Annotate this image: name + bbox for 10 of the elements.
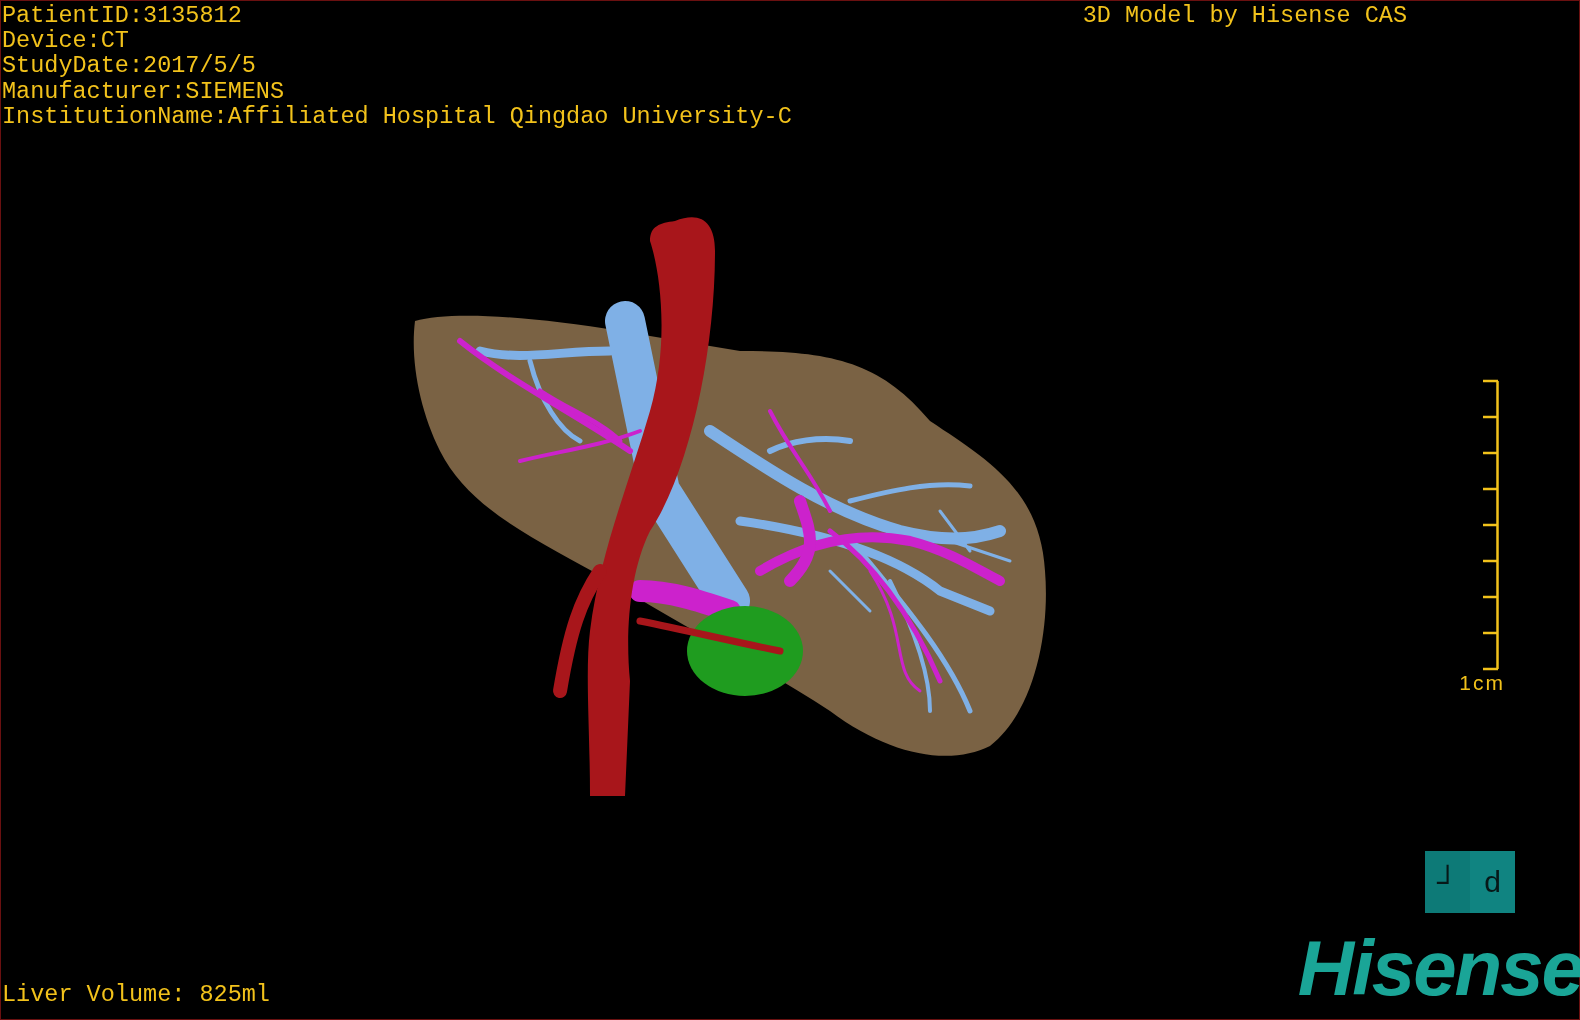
patient-info-text: Device:CT bbox=[2, 28, 129, 54]
viewer-title: 3D Model by Hisense CAS bbox=[1082, 3, 1407, 31]
patient-info-text: InstitutionName:Affiliated Hospital Qingdao University-C bbox=[2, 103, 792, 129]
patient-info-text: Manufacturer:SIEMENS bbox=[2, 78, 286, 104]
liver-volume-text: Liver Volume: 825ml bbox=[2, 982, 270, 1007]
orientation-cube-face[interactable]: ┘ bbox=[1425, 851, 1470, 913]
orientation-cube-face[interactable]: d bbox=[1470, 851, 1515, 913]
scale-label: 1cm bbox=[1459, 671, 1505, 695]
patient-info-text: PatientID:3135812 bbox=[2, 3, 243, 29]
patient-info-text: StudyDate:2017/5/5 bbox=[2, 53, 257, 79]
